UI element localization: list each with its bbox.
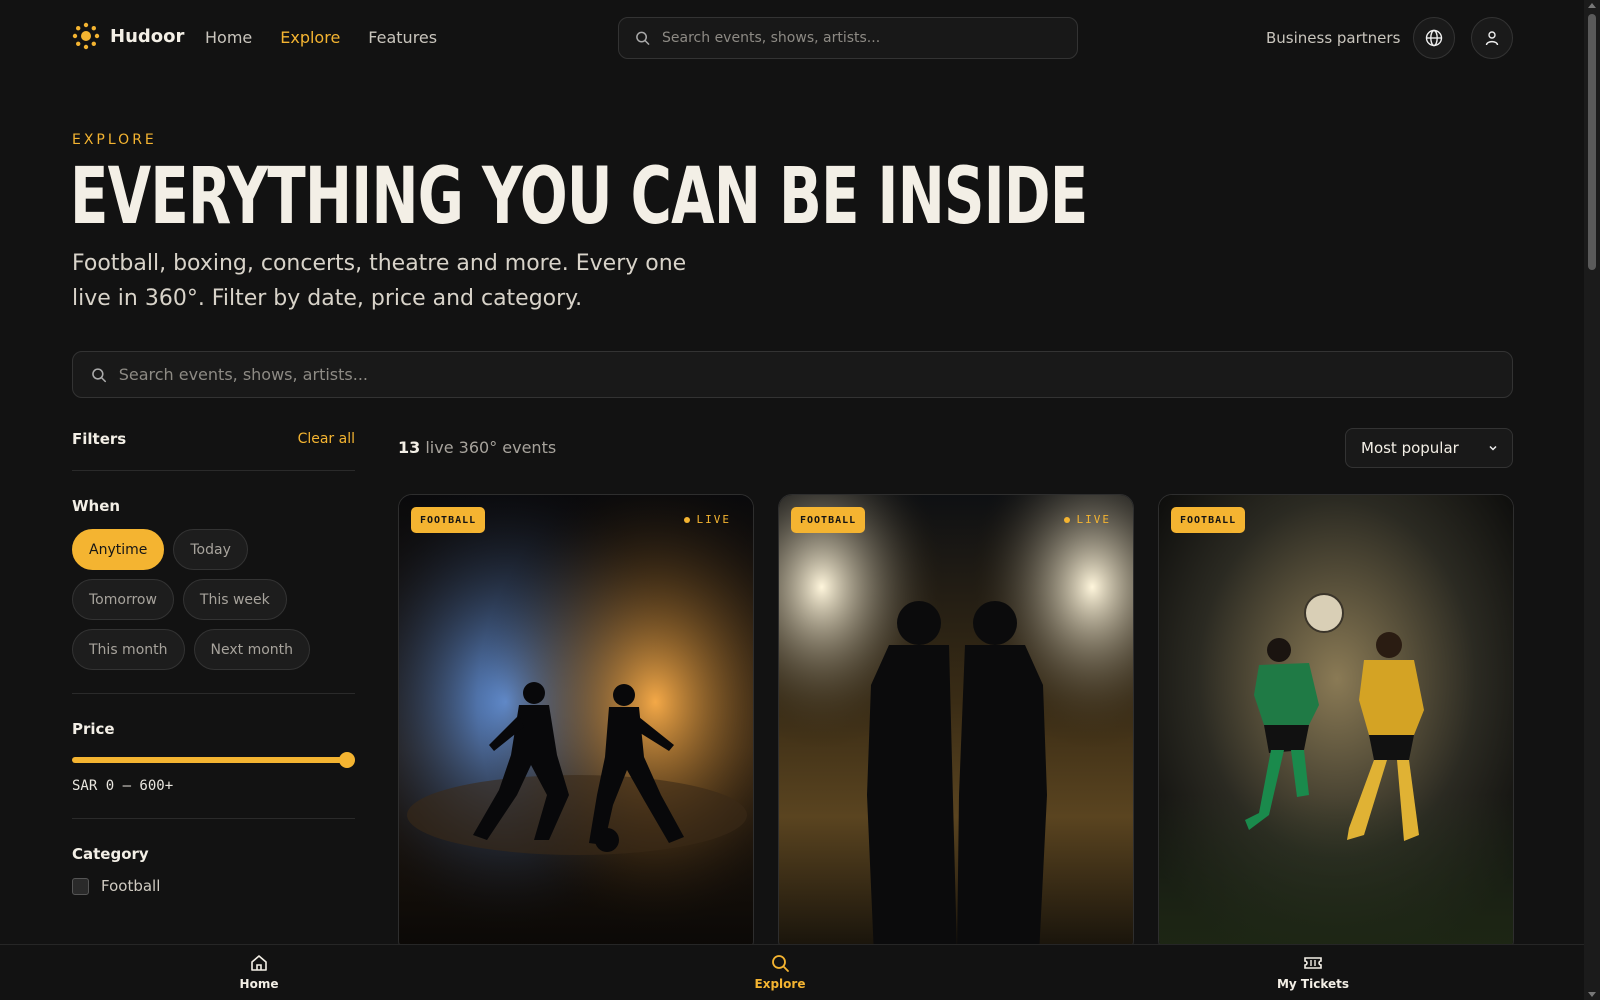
header-search[interactable]	[618, 17, 1078, 59]
bottom-nav-tickets-label: My Tickets	[1276, 977, 1350, 991]
price-title: Price	[72, 720, 115, 738]
event-image	[779, 495, 1133, 953]
main-nav: Home Explore Features	[205, 28, 437, 47]
chip-this-month[interactable]: This month	[72, 629, 185, 670]
live-indicator: LIVE	[683, 513, 732, 526]
event-card[interactable]: FOOTBALL LIVE	[398, 494, 754, 954]
bottom-nav-explore[interactable]: Explore	[720, 953, 840, 991]
live-dot-icon	[683, 516, 690, 523]
main-search-input[interactable]	[118, 365, 1512, 384]
page-title: EVERYTHING YOU CAN BE INSIDE	[70, 152, 1088, 242]
category-badge: FOOTBALL	[1171, 507, 1246, 533]
brand-name: Hudoor	[110, 25, 185, 47]
chip-anytime[interactable]: Anytime	[72, 529, 165, 570]
bottom-nav-tickets[interactable]: My Tickets	[1253, 953, 1373, 991]
category-option-football[interactable]: Football	[72, 877, 355, 895]
chip-tomorrow[interactable]: Tomorrow	[72, 579, 174, 620]
scroll-up-arrow[interactable]	[1588, 3, 1596, 8]
bottom-nav-home-label: Home	[239, 977, 279, 991]
divider	[72, 470, 355, 471]
live-label: LIVE	[1076, 513, 1111, 526]
business-partners-link[interactable]: Business partners	[1266, 29, 1400, 47]
nav-home[interactable]: Home	[205, 28, 252, 47]
event-image	[1159, 495, 1513, 953]
chip-next-month[interactable]: Next month	[193, 629, 311, 670]
ticket-icon	[1304, 957, 1322, 969]
clear-all-button[interactable]: Clear all	[298, 431, 355, 447]
event-card[interactable]: FOOTBALL LIVE	[778, 494, 1134, 954]
price-slider-handle[interactable]	[339, 752, 355, 768]
chip-today[interactable]: Today	[173, 529, 248, 570]
divider	[72, 818, 355, 819]
live-label: LIVE	[696, 513, 731, 526]
user-icon	[1485, 31, 1499, 46]
language-button[interactable]	[1413, 17, 1455, 59]
scrollbar-thumb[interactable]	[1588, 14, 1596, 270]
price-range-label: SAR 0 — 600+	[72, 778, 174, 794]
search-icon	[92, 367, 107, 382]
main-search[interactable]	[72, 351, 1513, 398]
page-scrollbar[interactable]	[1584, 0, 1600, 1000]
category-badge: FOOTBALL	[791, 507, 866, 533]
nav-explore[interactable]: Explore	[280, 28, 340, 47]
category-badge: FOOTBALL	[411, 507, 486, 533]
when-title: When	[72, 497, 121, 515]
brand[interactable]: Hudoor	[72, 22, 184, 50]
filters-header: Filters Clear all	[72, 420, 355, 458]
hero-eyebrow: EXPLORE	[72, 132, 157, 148]
home-icon	[251, 955, 267, 971]
bottom-nav: Home Explore My Tickets	[0, 944, 1584, 1000]
top-header: Hudoor Home Explore Features Business pa…	[0, 0, 1584, 76]
bottom-nav-home[interactable]: Home	[199, 953, 319, 991]
chip-this-week[interactable]: This week	[182, 579, 287, 620]
header-search-input[interactable]	[662, 30, 1077, 46]
event-image	[399, 495, 753, 953]
scroll-down-arrow[interactable]	[1588, 992, 1596, 997]
globe-icon	[1425, 29, 1443, 47]
when-chips: Anytime Today Tomorrow This week This mo…	[72, 529, 355, 670]
filters-sidebar: Filters Clear all When Anytime Today Tom…	[72, 420, 355, 895]
category-option-label: Football	[101, 877, 161, 895]
filters-title: Filters	[72, 430, 127, 448]
chevron-down-icon	[1489, 445, 1497, 451]
results-count-number: 13	[398, 438, 421, 457]
nav-features[interactable]: Features	[368, 28, 437, 47]
football-checkbox[interactable]	[72, 877, 89, 895]
results-count: 13 live 360° events	[398, 438, 556, 457]
logo-icon	[72, 22, 100, 50]
price-slider[interactable]	[72, 752, 355, 768]
event-card[interactable]: FOOTBALL	[1158, 494, 1514, 954]
category-title: Category	[72, 845, 149, 863]
search-icon	[772, 955, 789, 972]
hero-subtitle: Football, boxing, concerts, theatre and …	[72, 251, 687, 311]
results-count-label: live 360° events	[425, 438, 557, 457]
bottom-nav-explore-label: Explore	[754, 977, 806, 991]
search-icon	[636, 31, 650, 45]
account-button[interactable]	[1471, 17, 1513, 59]
sort-select[interactable]: Most popular	[1345, 428, 1513, 468]
divider	[72, 693, 355, 694]
sort-value: Most popular	[1361, 439, 1459, 457]
live-indicator: LIVE	[1063, 513, 1112, 526]
live-dot-icon	[1063, 516, 1070, 523]
price-slider-track	[72, 757, 347, 763]
